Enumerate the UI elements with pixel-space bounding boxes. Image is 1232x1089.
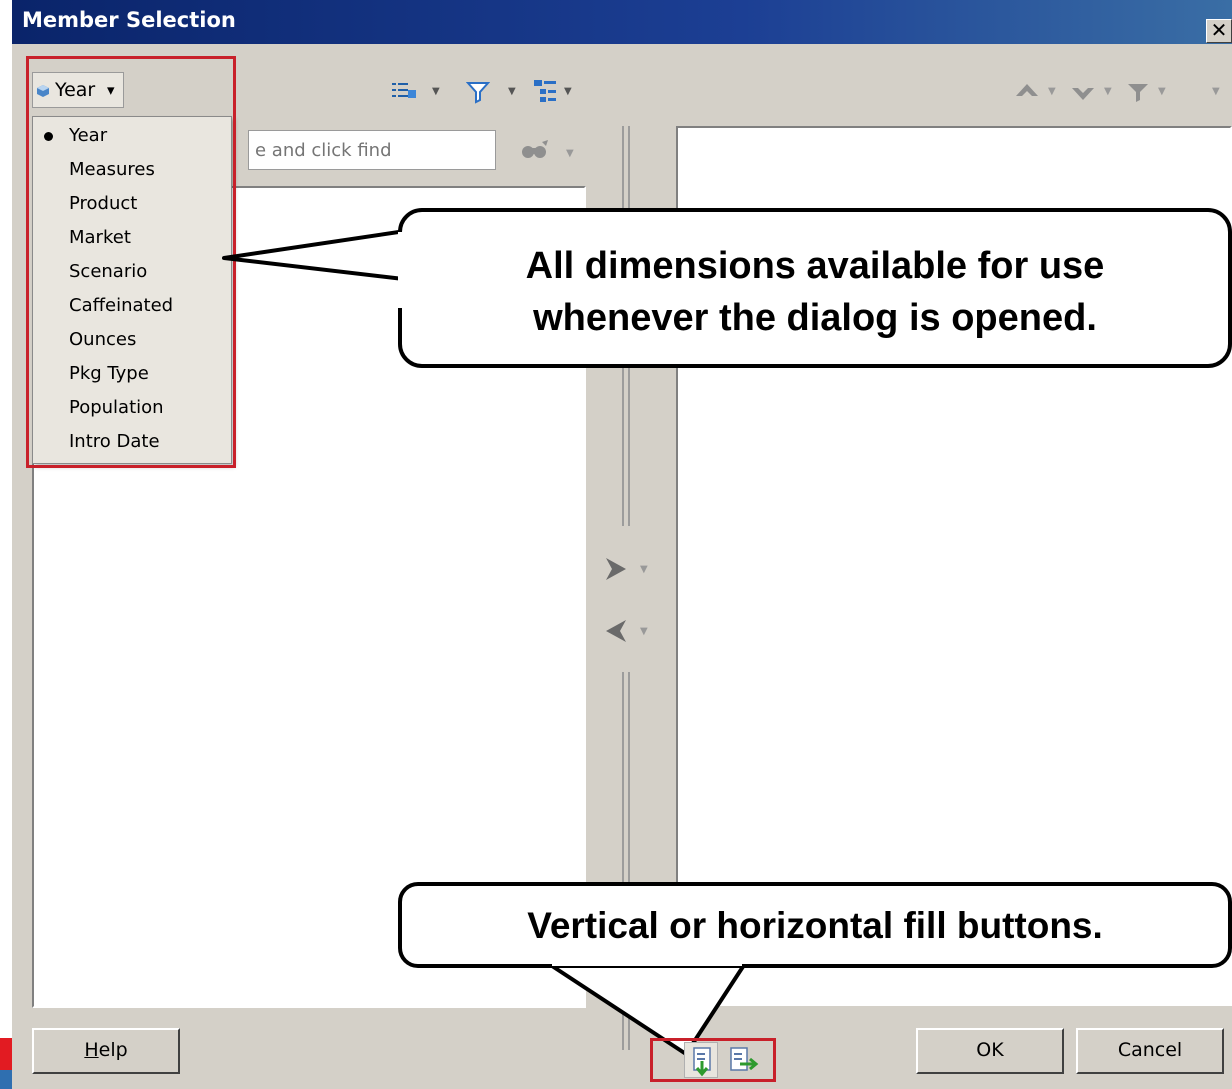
tree-icon[interactable] <box>532 78 558 104</box>
add-member-chevron-down-icon[interactable]: ▼ <box>640 564 648 575</box>
horizontal-fill-icon <box>730 1047 759 1071</box>
help-button-label: elp <box>98 1039 128 1061</box>
filter-icon[interactable] <box>466 80 490 104</box>
remove-member-chevron-down-icon[interactable]: ▼ <box>640 626 648 637</box>
background-slide-fragment-blue <box>0 1070 12 1089</box>
find-icon[interactable] <box>518 138 550 164</box>
dimensions-callout-line1: All dimensions available for use <box>525 245 1105 287</box>
remove-member-arrow-icon[interactable] <box>602 618 630 644</box>
callout-pointer-join <box>398 232 414 308</box>
search-input[interactable] <box>248 130 496 170</box>
callout-pointer-join <box>552 958 742 966</box>
selection-filter-icon[interactable] <box>1126 82 1150 104</box>
help-mnemonic: H <box>84 1039 99 1061</box>
cancel-button[interactable]: Cancel <box>1076 1028 1224 1074</box>
close-icon: ✕ <box>1210 18 1228 42</box>
move-down-icon[interactable] <box>1070 82 1096 102</box>
background-slide-fragment <box>0 1038 12 1070</box>
find-chevron-down-icon[interactable]: ▼ <box>566 148 574 159</box>
move-up-chevron-down-icon[interactable]: ▼ <box>1048 86 1056 97</box>
horizontal-fill-button[interactable] <box>726 1042 760 1078</box>
ok-button[interactable]: OK <box>916 1028 1064 1074</box>
view-icon[interactable] <box>390 80 418 102</box>
help-button[interactable]: Help <box>32 1028 180 1074</box>
tree-chevron-down-icon[interactable]: ▼ <box>564 86 572 97</box>
dimensions-callout-line2: whenever the dialog is opened. <box>533 297 1097 339</box>
vertical-fill-icon <box>693 1047 711 1077</box>
add-member-arrow-icon[interactable] <box>602 556 630 582</box>
close-button[interactable]: ✕ <box>1206 19 1232 43</box>
more-chevron-down-icon[interactable]: ▼ <box>1212 86 1220 97</box>
dialog-title: Member Selection <box>22 8 236 32</box>
selection-filter-chevron-down-icon[interactable]: ▼ <box>1158 86 1166 97</box>
move-down-chevron-down-icon[interactable]: ▼ <box>1104 86 1112 97</box>
dimensions-callout: All dimensions available for use wheneve… <box>398 208 1232 368</box>
vertical-fill-button[interactable] <box>684 1042 718 1078</box>
fill-buttons-callout-text: Vertical or horizontal fill buttons. <box>527 905 1103 946</box>
dimension-highlight-box <box>26 56 236 468</box>
fill-buttons-callout: Vertical or horizontal fill buttons. <box>398 882 1232 968</box>
filter-chevron-down-icon[interactable]: ▼ <box>508 86 516 97</box>
callout-pointer <box>222 228 414 282</box>
view-chevron-down-icon[interactable]: ▼ <box>432 86 440 97</box>
move-up-icon[interactable] <box>1014 82 1040 102</box>
